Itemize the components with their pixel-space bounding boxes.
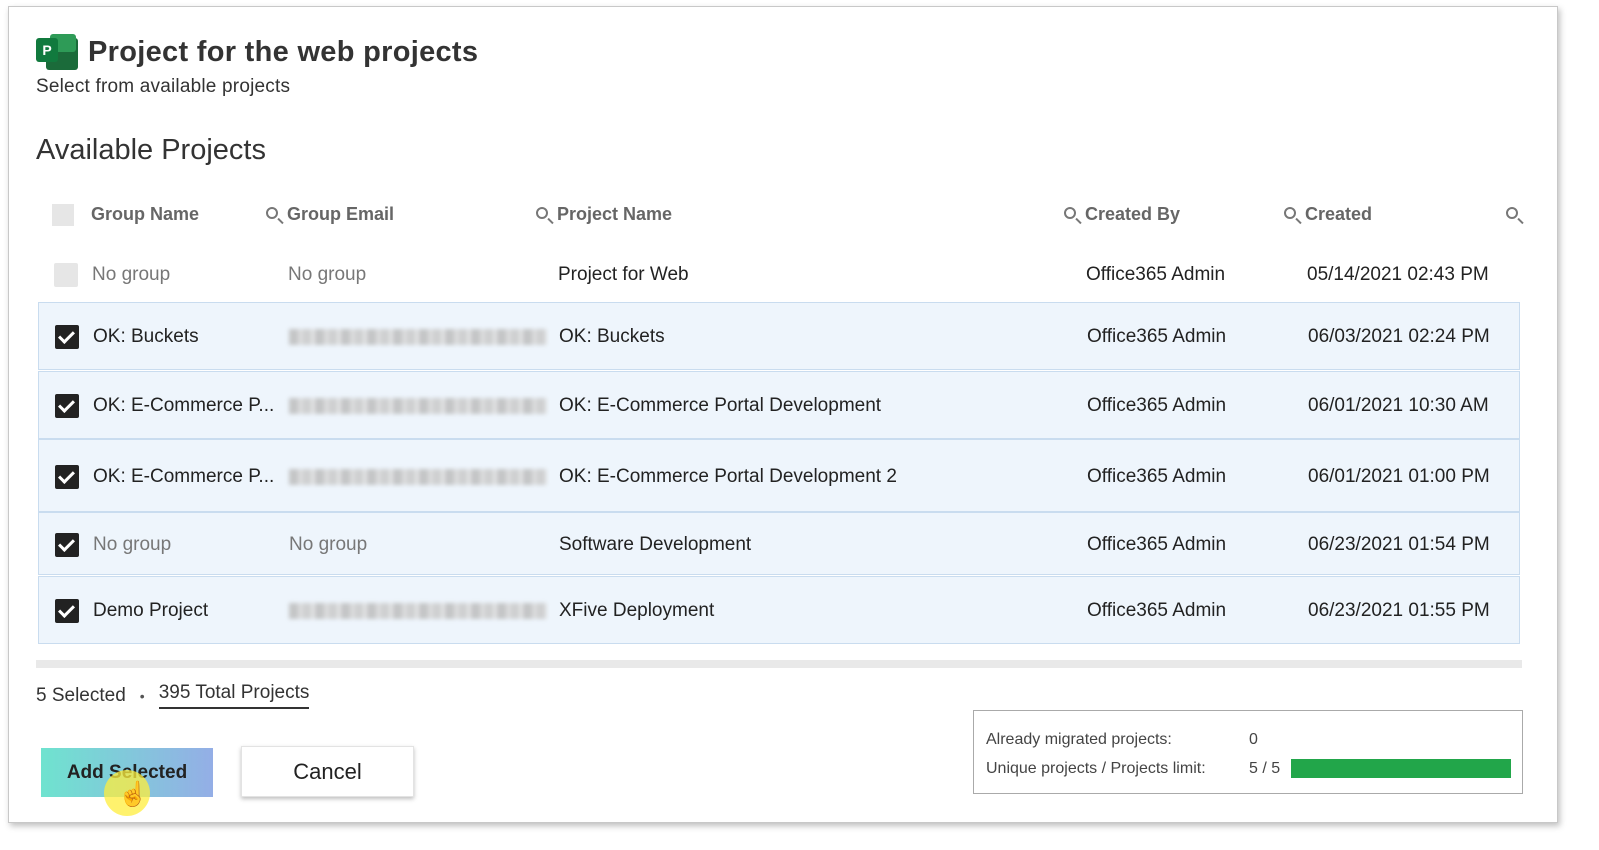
migration-stats-panel: Already migrated projects: 0 Unique proj… xyxy=(973,710,1523,794)
table-row[interactable]: No group No group Software Development Offi… xyxy=(38,512,1520,575)
cell-group-name: No group xyxy=(93,534,172,555)
migrated-label: Already migrated projects: xyxy=(986,731,1172,748)
row-checkbox[interactable] xyxy=(55,533,79,557)
hand-pointer-icon: ☝ xyxy=(118,781,148,808)
table-row[interactable]: OK: E-Commerce P... OK: E-Commerce Portal… xyxy=(38,371,1520,439)
cell-group-name: OK: E-Commerce P... xyxy=(93,395,275,416)
cell-project-name: Project for Web xyxy=(558,264,689,285)
total-projects-link[interactable]: 395 Total Projects xyxy=(158,682,310,709)
row-checkbox[interactable] xyxy=(55,465,79,489)
cell-created-by: Office365 Admin xyxy=(1087,600,1227,621)
column-header-group-name[interactable]: Group Name xyxy=(91,204,199,225)
cell-created: 06/01/2021 01:00 PM xyxy=(1308,466,1490,487)
cell-group-name: OK: Buckets xyxy=(93,326,199,347)
redacted-email xyxy=(289,469,547,485)
row-checkbox[interactable] xyxy=(55,325,79,349)
cell-group-name: OK: E-Commerce P... xyxy=(93,466,275,487)
redacted-email xyxy=(289,398,547,414)
cell-project-name: OK: Buckets xyxy=(559,326,665,347)
selection-summary: 5 Selected • 395 Total Projects xyxy=(36,682,310,709)
table-row[interactable]: No group No group Project for Web Office365… xyxy=(38,252,1520,298)
page-title: Project for the web projects xyxy=(88,35,479,68)
search-icon[interactable] xyxy=(266,207,278,219)
column-header-created[interactable]: Created xyxy=(1305,204,1372,225)
page-subtitle: Select from available projects xyxy=(36,76,291,97)
selected-count: 5 Selected xyxy=(36,684,126,706)
separator-dot: • xyxy=(139,687,145,704)
limit-progress-bar xyxy=(1291,759,1511,778)
search-icon[interactable] xyxy=(1506,207,1518,219)
column-header-group-email[interactable]: Group Email xyxy=(287,204,394,225)
cell-created-by: Office365 Admin xyxy=(1087,534,1227,555)
limit-value: 5 / 5 xyxy=(1249,760,1281,777)
horizontal-scrollbar[interactable] xyxy=(36,660,1522,668)
cell-project-name: XFive Deployment xyxy=(559,600,715,621)
cell-created-by: Office365 Admin xyxy=(1086,264,1226,285)
limit-progress-fill xyxy=(1291,759,1511,778)
cell-project-name: Software Development xyxy=(559,534,752,555)
search-icon[interactable] xyxy=(1284,207,1296,219)
cell-created: 06/23/2021 01:54 PM xyxy=(1308,534,1490,555)
row-checkbox[interactable] xyxy=(55,599,79,623)
dialog-header: P Project for the web projects xyxy=(36,32,478,72)
cell-created-by: Office365 Admin xyxy=(1087,466,1227,487)
projects-table-body: No group No group Project for Web Office365… xyxy=(36,250,1522,668)
migrated-value: 0 xyxy=(1249,731,1258,748)
project-logo-icon: P xyxy=(36,32,80,72)
cell-project-name: OK: E-Commerce Portal Development xyxy=(559,395,882,416)
table-row[interactable]: OK: E-Commerce P... OK: E-Commerce Portal… xyxy=(38,439,1520,512)
cell-created: 06/23/2021 01:55 PM xyxy=(1308,600,1490,621)
row-checkbox[interactable] xyxy=(54,263,78,287)
section-title: Available Projects xyxy=(36,134,266,166)
redacted-email xyxy=(289,329,547,345)
column-header-project-name[interactable]: Project Name xyxy=(557,204,672,225)
cell-project-name: OK: E-Commerce Portal Development 2 xyxy=(559,466,897,487)
table-row[interactable]: Demo Project XFive Deployment Office365 Ad… xyxy=(38,576,1520,644)
column-header-created-by[interactable]: Created By xyxy=(1085,204,1180,225)
redacted-email xyxy=(289,603,547,619)
cell-group-name: No group xyxy=(92,264,171,285)
cancel-button[interactable]: Cancel xyxy=(241,746,414,797)
cell-group-email: No group xyxy=(288,264,367,285)
search-icon[interactable] xyxy=(1064,207,1076,219)
cell-group-email: No group xyxy=(289,534,368,555)
cell-created-by: Office365 Admin xyxy=(1087,326,1227,347)
row-checkbox[interactable] xyxy=(55,394,79,418)
cell-created: 06/01/2021 10:30 AM xyxy=(1308,395,1489,416)
cell-created-by: Office365 Admin xyxy=(1087,395,1227,416)
cell-group-name: Demo Project xyxy=(93,600,209,621)
table-header: Group Name Group Email Project Name Crea… xyxy=(36,196,1526,236)
cell-created: 06/03/2021 02:24 PM xyxy=(1308,326,1490,347)
table-row[interactable]: OK: Buckets OK: Buckets Office365 Admin 06/… xyxy=(38,302,1520,370)
search-icon[interactable] xyxy=(536,207,548,219)
select-all-checkbox[interactable] xyxy=(52,204,74,226)
cell-created: 05/14/2021 02:43 PM xyxy=(1307,264,1489,285)
limit-label: Unique projects / Projects limit: xyxy=(986,760,1206,777)
